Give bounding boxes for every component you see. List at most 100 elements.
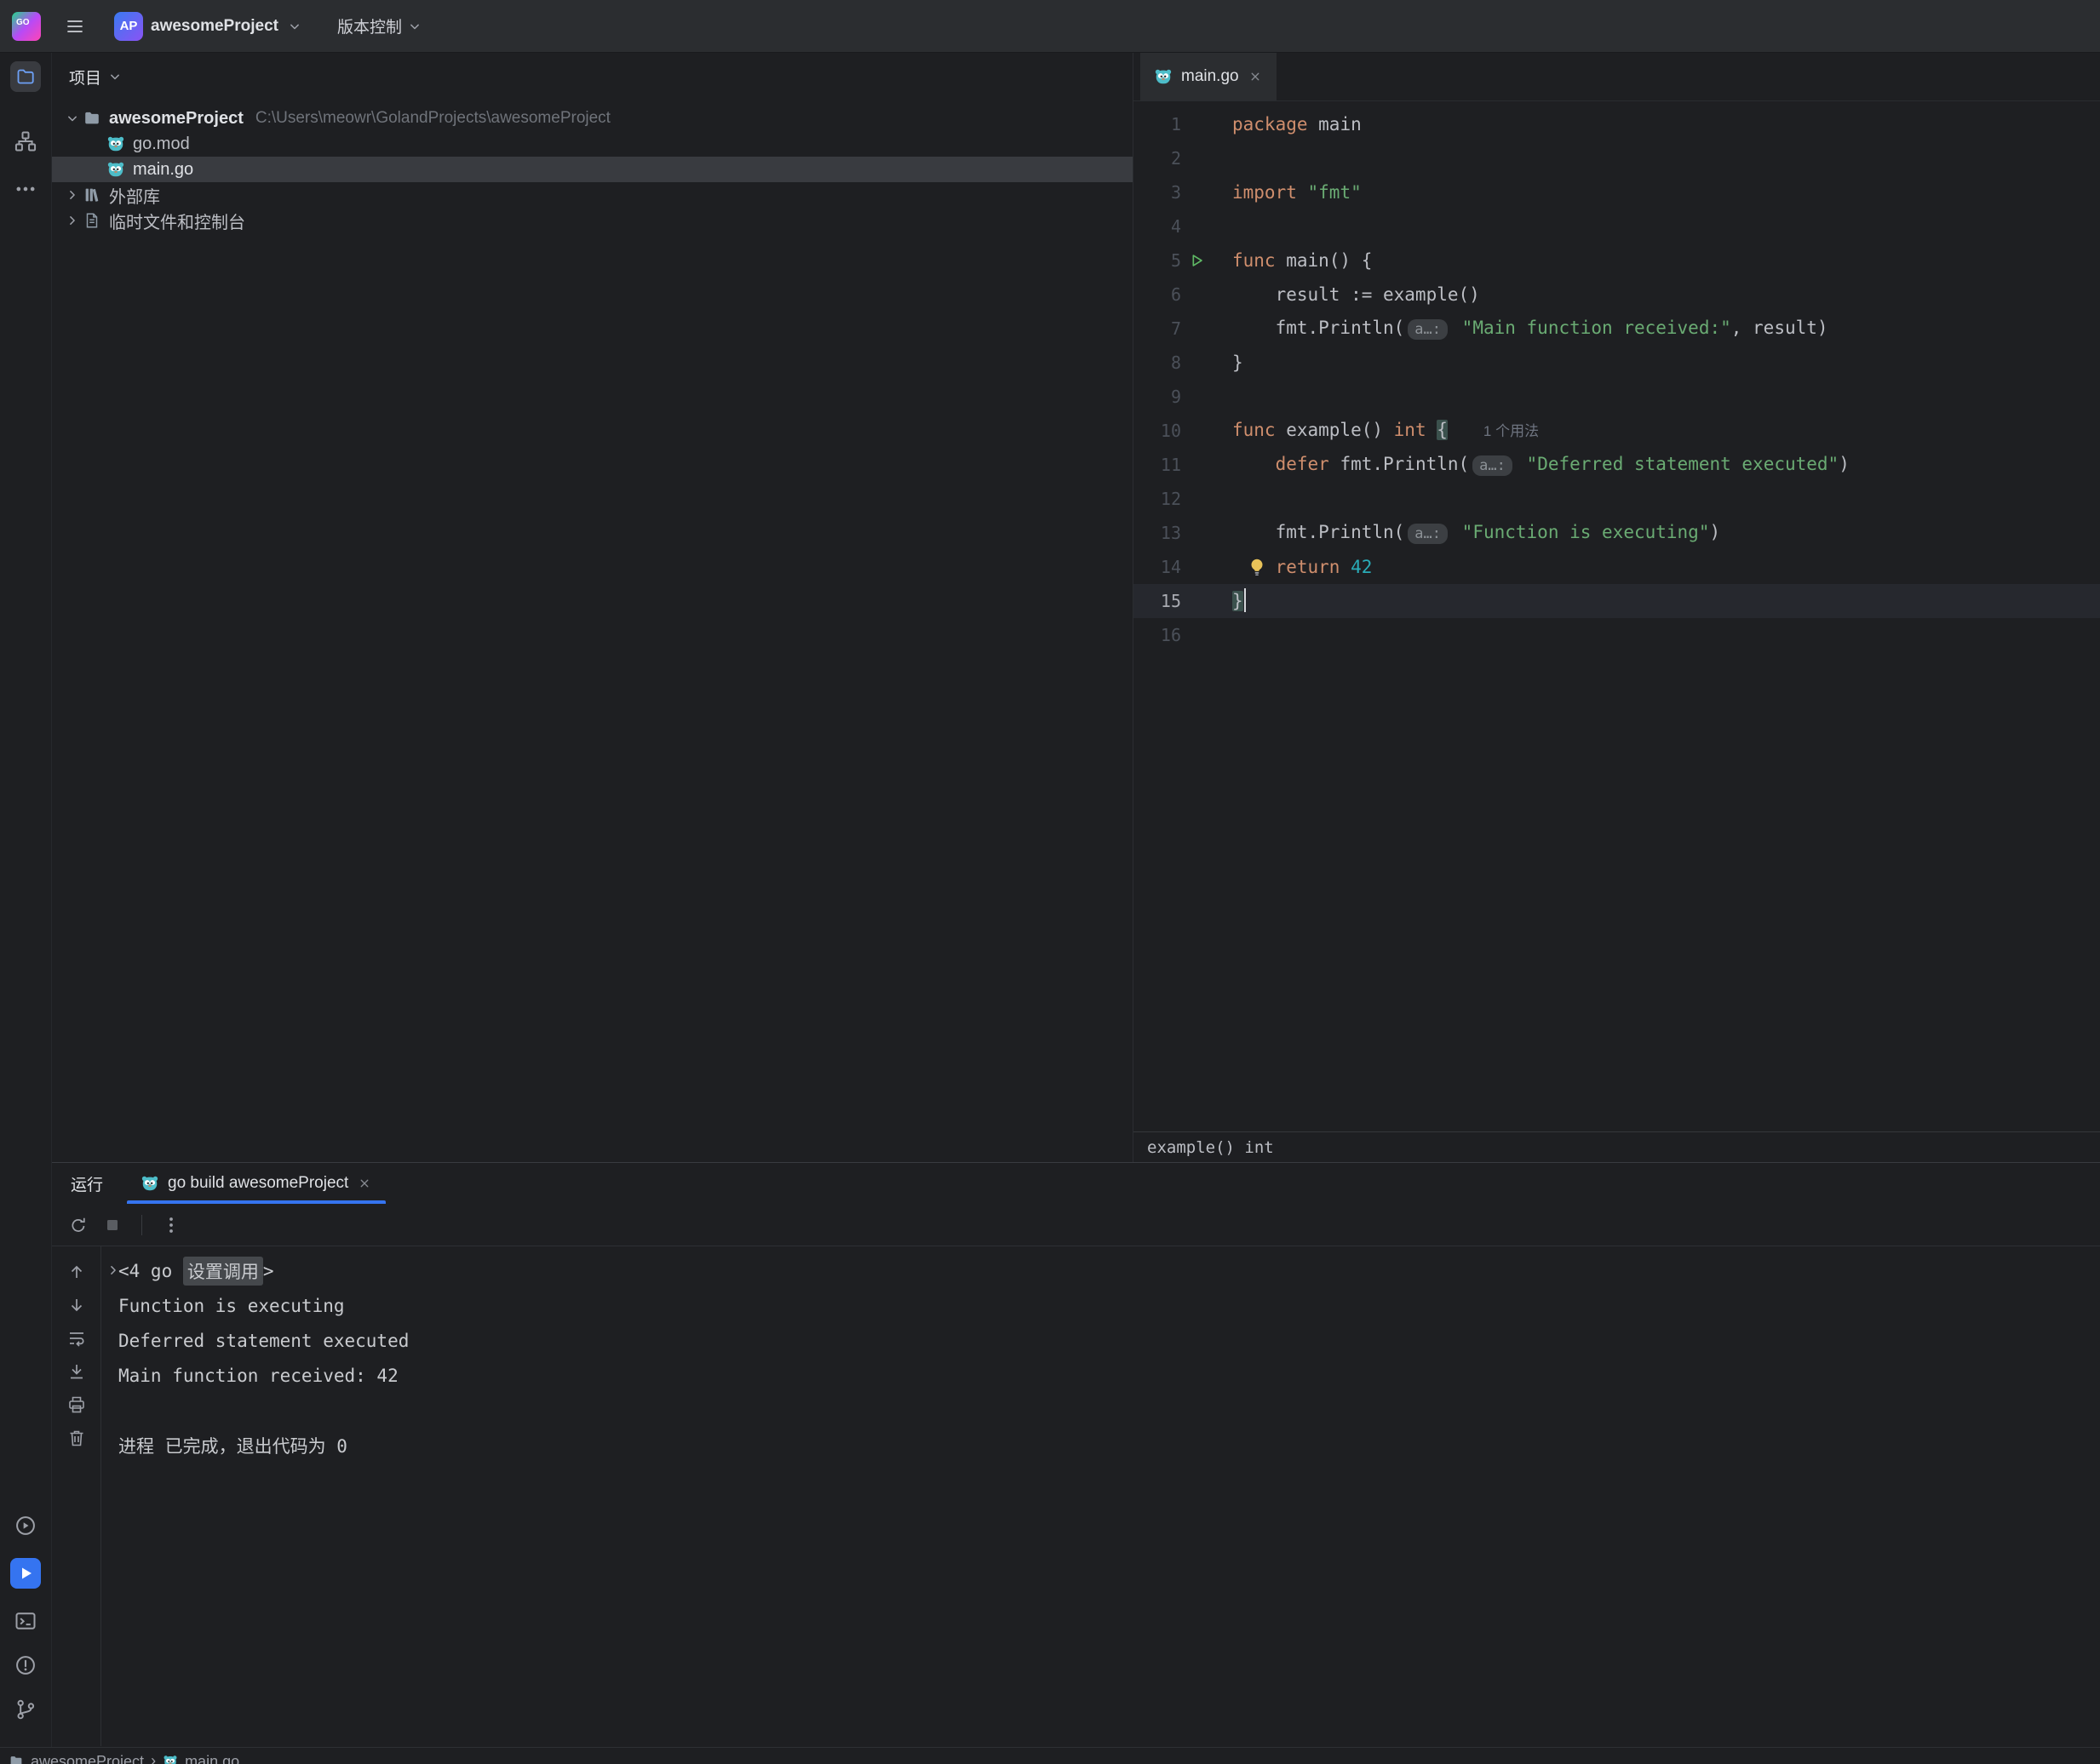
- git-tool-icon[interactable]: [14, 1698, 37, 1721]
- code-text[interactable]: package main: [1212, 107, 2100, 141]
- services-tool-icon[interactable]: [14, 1514, 37, 1538]
- soft-wrap-icon[interactable]: [66, 1328, 87, 1349]
- close-tab-icon[interactable]: [1248, 69, 1263, 84]
- code-text[interactable]: }: [1212, 346, 2100, 380]
- line-number: 12: [1133, 489, 1181, 509]
- code-text[interactable]: func example() int {1 个用法: [1212, 413, 2100, 449]
- tree-item-go-mod[interactable]: go.mod: [52, 131, 1133, 157]
- console-command-text: >: [263, 1261, 274, 1281]
- code-token: "Function is executing": [1462, 522, 1710, 542]
- parameter-hint: a…:: [1408, 524, 1448, 544]
- code-text[interactable]: result := example(): [1212, 278, 2100, 312]
- run-header: 运行 go build awesomeProject: [52, 1163, 2100, 1204]
- project-panel-header[interactable]: 项目: [52, 53, 1133, 100]
- code-text[interactable]: defer fmt.Println(a…: "Deferred statemen…: [1212, 447, 2100, 483]
- intention-bulb-icon[interactable]: [1246, 556, 1268, 578]
- code-line-7[interactable]: 7 fmt.Println(a…: "Main function receive…: [1133, 312, 2100, 346]
- code-line-3[interactable]: 3import "fmt": [1133, 175, 2100, 209]
- code-line-15[interactable]: 15}: [1133, 584, 2100, 618]
- more-tool-windows-icon[interactable]: [14, 177, 37, 201]
- code-line-14[interactable]: 14 return 42: [1133, 550, 2100, 584]
- run-play-icon: [15, 1563, 36, 1584]
- code-line-2[interactable]: 2: [1133, 141, 2100, 175]
- project-widget[interactable]: AP awesomeProject: [114, 12, 303, 41]
- line-number: 2: [1133, 148, 1181, 169]
- code-text[interactable]: fmt.Println(a…: "Main function received:…: [1212, 311, 2100, 346]
- code-line-11[interactable]: 11 defer fmt.Println(a…: "Deferred state…: [1133, 448, 2100, 482]
- terminal-tool-icon[interactable]: [14, 1609, 37, 1633]
- code-line-1[interactable]: 1package main: [1133, 107, 2100, 141]
- prev-message-icon[interactable]: [66, 1262, 87, 1282]
- tree-item-scratches[interactable]: 临时文件和控制台: [52, 208, 1133, 233]
- tree-item-external-libraries[interactable]: 外部库: [52, 182, 1133, 208]
- stop-icon[interactable]: [102, 1215, 123, 1235]
- clear-console-icon[interactable]: [66, 1428, 87, 1448]
- console-line: <4 go 设置调用>: [118, 1253, 2100, 1288]
- code-token: main() {: [1276, 250, 1373, 271]
- code-line-16[interactable]: 16: [1133, 618, 2100, 652]
- code-text[interactable]: fmt.Println(a…: "Function is executing"): [1212, 515, 2100, 551]
- problems-tool-icon[interactable]: [14, 1653, 37, 1677]
- code-line-8[interactable]: 8}: [1133, 346, 2100, 380]
- print-icon[interactable]: [66, 1395, 87, 1415]
- run-tab-label: go build awesomeProject: [168, 1174, 348, 1193]
- editor-code-area[interactable]: 1package main 2 3import "fmt"45func main()…: [1133, 102, 2100, 1131]
- next-message-icon[interactable]: [66, 1295, 87, 1315]
- code-line-9[interactable]: 9: [1133, 380, 2100, 414]
- scroll-to-end-icon[interactable]: [66, 1361, 87, 1382]
- breadcrumb-file[interactable]: main.go: [185, 1754, 239, 1764]
- parameter-hint: a…:: [1472, 455, 1512, 476]
- folder-icon: [15, 66, 36, 87]
- editor-area: main.go 1package main 2 3import "fmt"45fun…: [1133, 53, 2100, 1162]
- console-wrap: <4 go 设置调用>Function is executingDeferred…: [52, 1246, 2100, 1746]
- run-tool-window: 运行 go build awesomeProject <4 go 设置调用>: [52, 1162, 2100, 1747]
- run-main-icon[interactable]: [1187, 251, 1206, 270]
- run-console[interactable]: <4 go 设置调用>Function is executingDeferred…: [101, 1246, 2100, 1746]
- line-number: 7: [1133, 318, 1181, 339]
- toolbar-divider: [141, 1215, 142, 1235]
- code-token: main: [1308, 114, 1362, 135]
- chevron-right-icon[interactable]: [64, 212, 81, 229]
- go-file-icon: [106, 135, 125, 153]
- chevron-right-icon[interactable]: [64, 186, 81, 203]
- code-line-12[interactable]: 12: [1133, 482, 2100, 516]
- code-text[interactable]: }: [1212, 584, 2100, 618]
- tree-item-label: 外部库: [109, 183, 160, 208]
- vcs-widget[interactable]: 版本控制: [337, 14, 423, 37]
- breadcrumb-project[interactable]: awesomeProject: [31, 1754, 144, 1764]
- line-number: 16: [1133, 625, 1181, 645]
- code-line-13[interactable]: 13 fmt.Println(a…: "Function is executin…: [1133, 516, 2100, 550]
- code-token: example(): [1276, 420, 1394, 440]
- chevron-down-icon[interactable]: [64, 110, 81, 127]
- folded-region[interactable]: 设置调用: [183, 1257, 263, 1286]
- code-text[interactable]: func main() {: [1212, 243, 2100, 278]
- code-line-10[interactable]: 10func example() int {1 个用法: [1133, 414, 2100, 448]
- usages-inlay[interactable]: 1 个用法: [1483, 423, 1539, 439]
- tab-main-go[interactable]: main.go: [1140, 53, 1277, 100]
- code-line-4[interactable]: 4: [1133, 209, 2100, 243]
- project-tool-button[interactable]: [10, 61, 41, 92]
- close-tab-icon[interactable]: [357, 1176, 372, 1191]
- breadcrumb-separator: ›: [151, 1754, 156, 1764]
- run-tool-button[interactable]: [10, 1558, 41, 1589]
- folder-icon: [9, 1754, 24, 1764]
- matched-brace: }: [1232, 591, 1243, 611]
- code-token: defer: [1276, 454, 1329, 474]
- code-text[interactable]: import "fmt": [1212, 175, 2100, 209]
- more-options-icon[interactable]: [161, 1215, 181, 1235]
- goland-logo-icon[interactable]: GO: [12, 12, 41, 41]
- structure-tool-icon[interactable]: [14, 129, 37, 153]
- fold-expand-icon[interactable]: [105, 1262, 122, 1279]
- main-menu-icon[interactable]: [65, 16, 85, 37]
- run-tab-go-build[interactable]: go build awesomeProject: [127, 1163, 386, 1204]
- tree-item-project-root[interactable]: awesomeProjectC:\Users\meowr\GolandProje…: [52, 106, 1133, 131]
- external-libraries-icon: [83, 186, 101, 204]
- tree-item-main-go[interactable]: main.go: [52, 157, 1133, 182]
- code-text[interactable]: return 42: [1212, 550, 2100, 584]
- rerun-icon[interactable]: [68, 1215, 89, 1235]
- activity-bar-bottom: [10, 1514, 41, 1721]
- code-token: import: [1232, 182, 1297, 203]
- code-line-5[interactable]: 5func main() {: [1133, 243, 2100, 278]
- code-line-6[interactable]: 6 result := example(): [1133, 278, 2100, 312]
- code-token: "Main function received:": [1462, 318, 1731, 338]
